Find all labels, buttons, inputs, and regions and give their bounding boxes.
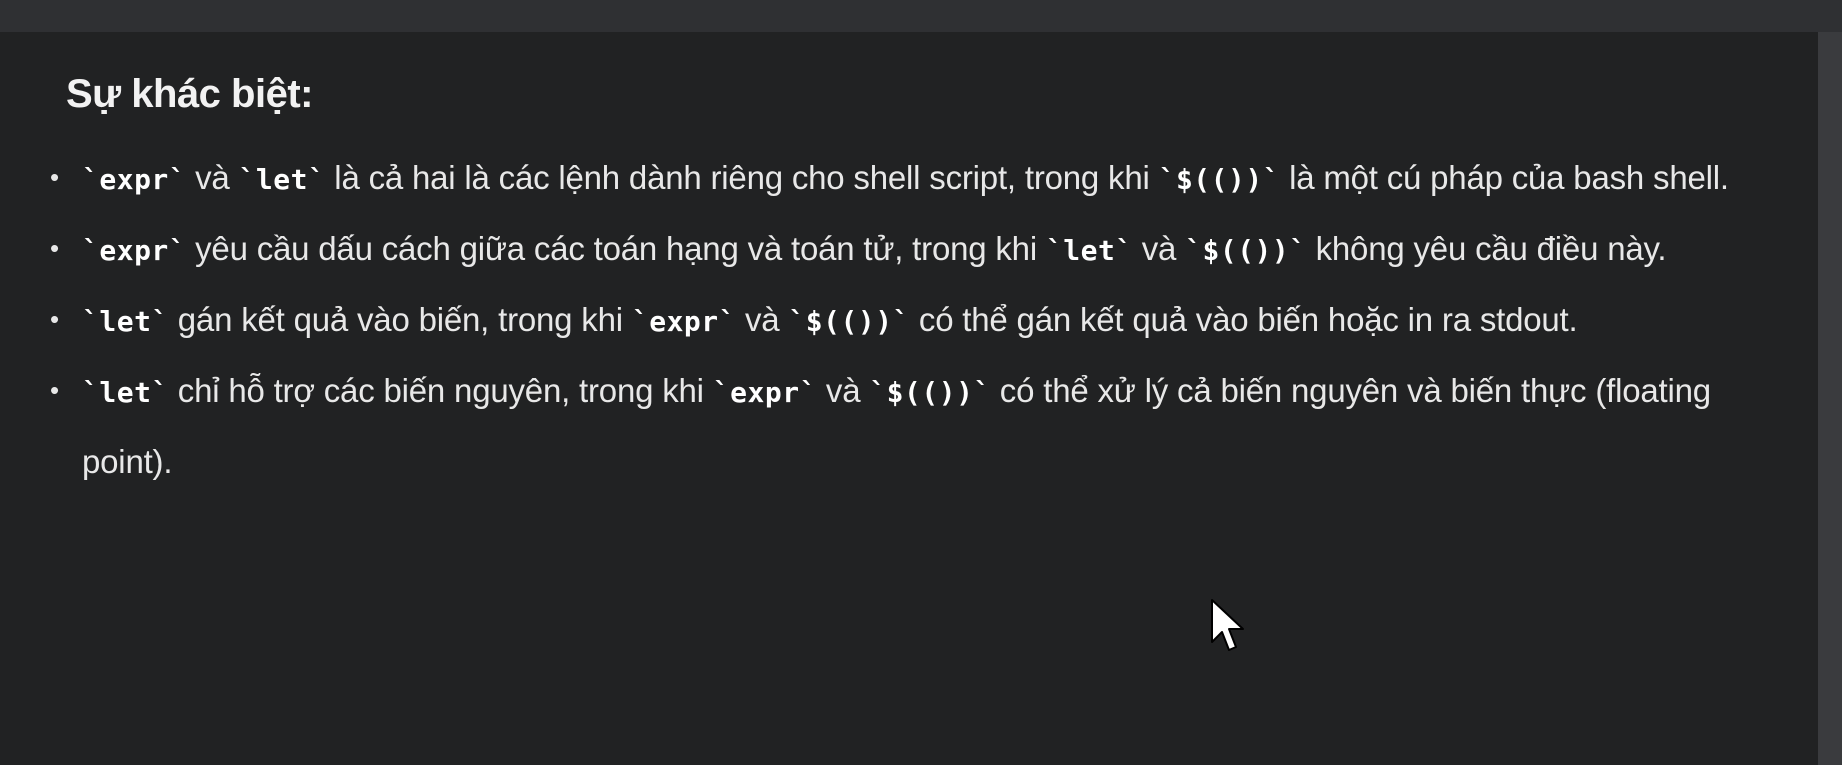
item-text: có thể gán kết quả vào biến hoặc in ra s…: [909, 301, 1578, 338]
inline-code: `expr`: [82, 234, 187, 267]
list-item: • `let` gán kết quả vào biến, trong khi …: [50, 285, 1786, 356]
mouse-pointer-icon: [1211, 599, 1244, 651]
item-text: không yêu cầu điều này.: [1306, 230, 1667, 267]
inline-code: `$(())`: [1158, 163, 1281, 196]
item-text: gán kết quả vào biến, trong khi: [168, 301, 632, 338]
inline-code: `let`: [82, 305, 169, 338]
item-text: và: [736, 301, 789, 338]
item-text: chỉ hỗ trợ các biến nguyên, trong khi: [168, 372, 713, 409]
bullet-dot-icon: •: [50, 304, 59, 334]
item-text: yêu cầu dấu cách giữa các toán hạng và t…: [186, 230, 1046, 267]
section-heading: Sự khác biệt:: [66, 72, 313, 116]
list-item: • `expr` yêu cầu dấu cách giữa các toán …: [50, 214, 1786, 285]
inline-code: `$(())`: [788, 305, 910, 338]
inline-code: `$(())`: [1185, 234, 1307, 267]
item-text: là cả hai là các lệnh dành riêng cho she…: [325, 159, 1159, 196]
item-text: và: [816, 372, 870, 409]
inline-code: `let`: [82, 376, 169, 409]
list-item: • `let` chỉ hỗ trợ các biến nguyên, tron…: [50, 356, 1786, 496]
item-text: và: [1132, 230, 1186, 267]
scrollbar-track[interactable]: [1818, 32, 1842, 765]
bullet-dot-icon: •: [50, 375, 59, 405]
bullet-dot-icon: •: [50, 162, 59, 192]
difference-list: • `expr` và `let` là cả hai là các lệnh …: [50, 143, 1786, 496]
list-item: • `expr` và `let` là cả hai là các lệnh …: [50, 143, 1786, 214]
message-panel: Sự khác biệt: • `expr` và `let` là cả ha…: [0, 32, 1818, 765]
inline-code: `let`: [238, 163, 326, 196]
inline-code: `expr`: [631, 305, 737, 338]
item-text: là một cú pháp của bash shell.: [1280, 159, 1729, 196]
bullet-dot-icon: •: [50, 233, 59, 263]
item-text: và: [186, 159, 239, 196]
window-top-strip: [0, 0, 1842, 32]
inline-code: `let`: [1045, 234, 1133, 267]
inline-code: `$(())`: [869, 376, 991, 409]
inline-code: `expr`: [82, 163, 187, 196]
inline-code: `expr`: [712, 376, 817, 409]
